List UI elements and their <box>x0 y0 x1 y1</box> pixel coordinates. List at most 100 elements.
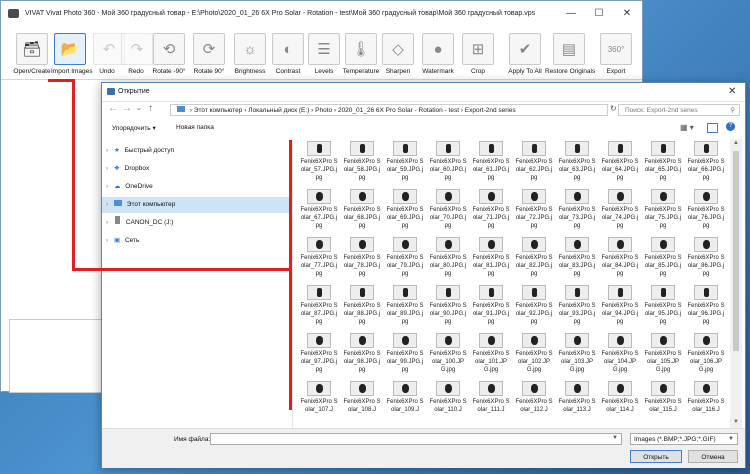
file-item[interactable]: Fenix6XPro Solar_111.J <box>472 381 510 426</box>
file-item[interactable]: Fenix6XPro Solar_71.JPG.jpg <box>472 189 510 234</box>
file-item[interactable]: Fenix6XPro Solar_62.JPG.jpg <box>515 141 553 186</box>
file-item[interactable]: Fenix6XPro Solar_84.JPG.jpg <box>601 237 639 282</box>
scroll-thumb[interactable] <box>733 151 739 351</box>
toolbar-button-apply-to-all[interactable]: ✔ Apply To All <box>505 33 545 77</box>
file-item[interactable]: Fenix6XPro Solar_85.JPG.jpg <box>644 237 682 282</box>
up-arrow-icon[interactable]: ↑ <box>148 103 153 114</box>
toolbar-button-open-create[interactable]: 🗃 Open/Create <box>13 33 51 77</box>
file-item[interactable]: Fenix6XPro Solar_78.JPG.jpg <box>343 237 381 282</box>
new-folder-button[interactable]: Новая папка <box>176 124 214 131</box>
refresh-icon[interactable]: ↻ <box>610 104 617 113</box>
toolbar-button-contrast[interactable]: ◐ Contrast <box>269 33 307 77</box>
preview-pane-icon[interactable] <box>707 123 718 133</box>
file-item[interactable]: Fenix6XPro Solar_101.JPG.jpg <box>472 333 510 378</box>
cancel-button[interactable]: Отмена <box>688 450 738 463</box>
toolbar-button-temperature[interactable]: 🌡 Temperature <box>341 33 381 77</box>
file-item[interactable]: Fenix6XPro Solar_105.JPG.jpg <box>644 333 682 378</box>
file-item[interactable]: Fenix6XPro Solar_63.JPG.jpg <box>558 141 596 186</box>
file-item[interactable]: Fenix6XPro Solar_59.JPG.jpg <box>386 141 424 186</box>
file-item[interactable]: Fenix6XPro Solar_65.JPG.jpg <box>644 141 682 186</box>
back-arrow-icon[interactable]: ← <box>108 103 118 114</box>
vertical-scrollbar[interactable]: ▲ ▼ <box>730 139 742 429</box>
file-item[interactable]: Fenix6XPro Solar_60.JPG.jpg <box>429 141 467 186</box>
file-item[interactable]: Fenix6XPro Solar_86.JPG.jpg <box>687 237 725 282</box>
toolbar-button-undo[interactable]: ↶ Undo <box>93 33 125 77</box>
file-item[interactable]: Fenix6XPro Solar_97.JPG.jpg <box>300 333 338 378</box>
filename-input[interactable]: ▼ <box>210 433 622 445</box>
file-item[interactable]: Fenix6XPro Solar_58.JPG.jpg <box>343 141 381 186</box>
file-item[interactable]: Fenix6XPro Solar_91.JPG.jpg <box>472 285 510 330</box>
file-item[interactable]: Fenix6XPro Solar_82.JPG.jpg <box>515 237 553 282</box>
forward-arrow-icon[interactable]: → <box>122 103 132 114</box>
file-item[interactable]: Fenix6XPro Solar_80.JPG.jpg <box>429 237 467 282</box>
file-item[interactable]: Fenix6XPro Solar_74.JPG.jpg <box>601 189 639 234</box>
filename-dropdown-icon[interactable]: ▼ <box>612 435 618 441</box>
breadcrumb-export[interactable]: Export-2nd series <box>465 107 516 114</box>
file-item[interactable]: Fenix6XPro Solar_100.JPG.jpg <box>429 333 467 378</box>
view-options-icon[interactable]: ▦ ▾ <box>680 123 694 132</box>
address-bar[interactable]: › Этот компьютер › Локальный диск (E:) ›… <box>170 104 608 116</box>
toolbar-button-brightness[interactable]: ☼ Brightness <box>231 33 269 77</box>
file-item[interactable]: Fenix6XPro Solar_94.JPG.jpg <box>601 285 639 330</box>
close-button[interactable]: ✕ <box>613 6 641 22</box>
dialog-close-icon[interactable]: ✕ <box>728 86 736 97</box>
toolbar-button-import-images[interactable]: 📂 Import Images <box>51 33 93 77</box>
file-item[interactable]: Fenix6XPro Solar_87.JPG.jpg <box>300 285 338 330</box>
toolbar-button-restore-originals[interactable]: ▤ Restore Originals <box>545 33 595 77</box>
file-item[interactable]: Fenix6XPro Solar_75.JPG.jpg <box>644 189 682 234</box>
file-item[interactable]: Fenix6XPro Solar_108.J <box>343 381 381 426</box>
minimize-button[interactable]: — <box>557 6 585 22</box>
scroll-down-icon[interactable]: ▼ <box>733 419 739 425</box>
file-item[interactable]: Fenix6XPro Solar_95.JPG.jpg <box>644 285 682 330</box>
file-item[interactable]: Fenix6XPro Solar_81.JPG.jpg <box>472 237 510 282</box>
file-item[interactable]: Fenix6XPro Solar_96.JPG.jpg <box>687 285 725 330</box>
file-item[interactable]: Fenix6XPro Solar_106.JPG.jpg <box>687 333 725 378</box>
file-item[interactable]: Fenix6XPro Solar_67.JPG.jpg <box>300 189 338 234</box>
file-item[interactable]: Fenix6XPro Solar_115.J <box>644 381 682 426</box>
breadcrumb-photo[interactable]: Photo <box>315 107 332 114</box>
search-input[interactable]: Поиск: Export-2nd series ⚲ <box>618 104 740 116</box>
file-item[interactable]: Fenix6XPro Solar_98.JPG.jpg <box>343 333 381 378</box>
file-item[interactable]: Fenix6XPro Solar_83.JPG.jpg <box>558 237 596 282</box>
file-item[interactable]: Fenix6XPro Solar_64.JPG.jpg <box>601 141 639 186</box>
toolbar-button-watermark[interactable]: ● Watermark <box>417 33 459 77</box>
file-item[interactable]: Fenix6XPro Solar_90.JPG.jpg <box>429 285 467 330</box>
file-item[interactable]: Fenix6XPro Solar_57.JPG.jpg <box>300 141 338 186</box>
scroll-up-icon[interactable]: ▲ <box>733 140 739 146</box>
file-item[interactable]: Fenix6XPro Solar_69.JPG.jpg <box>386 189 424 234</box>
breadcrumb-this-pc[interactable]: Этот компьютер <box>194 107 243 114</box>
file-item[interactable]: Fenix6XPro Solar_79.JPG.jpg <box>386 237 424 282</box>
nav-item-canon-drive[interactable]: › CANON_DC (J:) <box>102 215 290 231</box>
file-item[interactable]: Fenix6XPro Solar_61.JPG.jpg <box>472 141 510 186</box>
file-item[interactable]: Fenix6XPro Solar_113.J <box>558 381 596 426</box>
file-item[interactable]: Fenix6XPro Solar_112.J <box>515 381 553 426</box>
nav-item-dropbox[interactable]: › ❖ Dropbox <box>102 161 290 177</box>
nav-item-this-pc[interactable]: › Этот компьютер <box>102 197 290 213</box>
help-icon[interactable]: ? <box>726 122 735 131</box>
nav-item-quick-access[interactable]: › ★ Быстрый доступ <box>102 143 290 159</box>
file-item[interactable]: Fenix6XPro Solar_76.JPG.jpg <box>687 189 725 234</box>
history-chevron-icon[interactable]: ⌄ <box>136 104 142 112</box>
file-item[interactable]: Fenix6XPro Solar_92.JPG.jpg <box>515 285 553 330</box>
toolbar-button-redo[interactable]: ↷ Redo <box>121 33 153 77</box>
file-item[interactable]: Fenix6XPro Solar_104.JPG.jpg <box>601 333 639 378</box>
toolbar-button-sharpen[interactable]: ◇ Sharpen <box>381 33 415 77</box>
file-item[interactable]: Fenix6XPro Solar_89.JPG.jpg <box>386 285 424 330</box>
file-item[interactable]: Fenix6XPro Solar_114.J <box>601 381 639 426</box>
file-item[interactable]: Fenix6XPro Solar_99.JPG.jpg <box>386 333 424 378</box>
nav-item-network[interactable]: › ▣ Сеть <box>102 233 290 249</box>
file-item[interactable]: Fenix6XPro Solar_72.JPG.jpg <box>515 189 553 234</box>
file-item[interactable]: Fenix6XPro Solar_102.JPG.jpg <box>515 333 553 378</box>
file-item[interactable]: Fenix6XPro Solar_107.J <box>300 381 338 426</box>
file-item[interactable]: Fenix6XPro Solar_116.J <box>687 381 725 426</box>
toolbar-button-rotate-90[interactable]: ⟲ Rotate -90° <box>149 33 189 77</box>
breadcrumb-project[interactable]: 2020_01_26 6X Pro Solar - Rotation - tes… <box>338 107 459 114</box>
file-item[interactable]: Fenix6XPro Solar_88.JPG.jpg <box>343 285 381 330</box>
file-item[interactable]: Fenix6XPro Solar_73.JPG.jpg <box>558 189 596 234</box>
file-item[interactable]: Fenix6XPro Solar_109.J <box>386 381 424 426</box>
open-button[interactable]: Открыть <box>630 450 682 463</box>
nav-item-onedrive[interactable]: › ☁ OneDrive <box>102 179 290 195</box>
file-item[interactable]: Fenix6XPro Solar_110.J <box>429 381 467 426</box>
file-item[interactable]: Fenix6XPro Solar_70.JPG.jpg <box>429 189 467 234</box>
file-item[interactable]: Fenix6XPro Solar_77.JPG.jpg <box>300 237 338 282</box>
